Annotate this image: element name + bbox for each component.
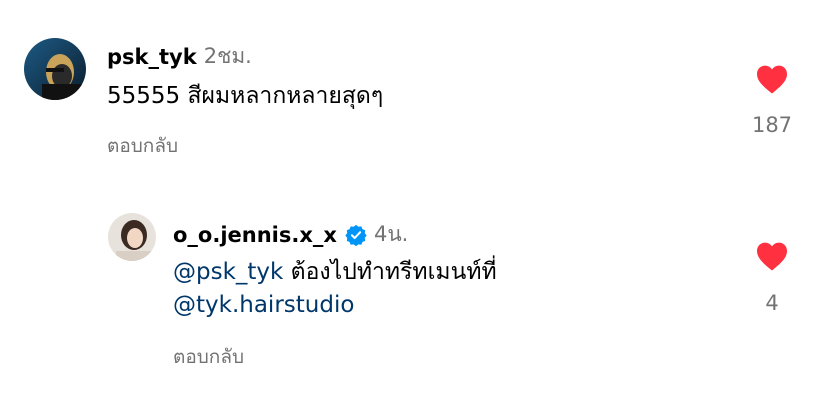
comment-text: @psk_tyk ต้องไปทำทรีทเมนท์ที่ (173, 259, 497, 285)
mention-link[interactable]: @tyk.hairstudio (173, 292, 354, 318)
heart-icon[interactable] (755, 64, 789, 94)
avatar[interactable] (24, 38, 86, 100)
avatar[interactable] (108, 213, 156, 261)
username[interactable]: psk_tyk (107, 45, 197, 69)
reply-button[interactable]: ตอบกลับ (173, 342, 244, 372)
timestamp: 2ชม. (203, 44, 252, 68)
username[interactable]: o_o.jennis.x_x (173, 223, 337, 247)
reply-button[interactable]: ตอบกลับ (107, 131, 178, 161)
like-count: 4 (765, 291, 779, 315)
heart-icon[interactable] (755, 241, 789, 271)
like-count: 187 (751, 113, 793, 137)
timestamp: 4น. (373, 222, 409, 246)
verified-badge-icon (345, 224, 367, 246)
mention-link[interactable]: @psk_tyk (173, 259, 283, 285)
comment-text-line-2: @tyk.hairstudio (173, 289, 354, 322)
comment-text: 55555 สีผมหลากหลายสุดๆ (107, 83, 384, 109)
